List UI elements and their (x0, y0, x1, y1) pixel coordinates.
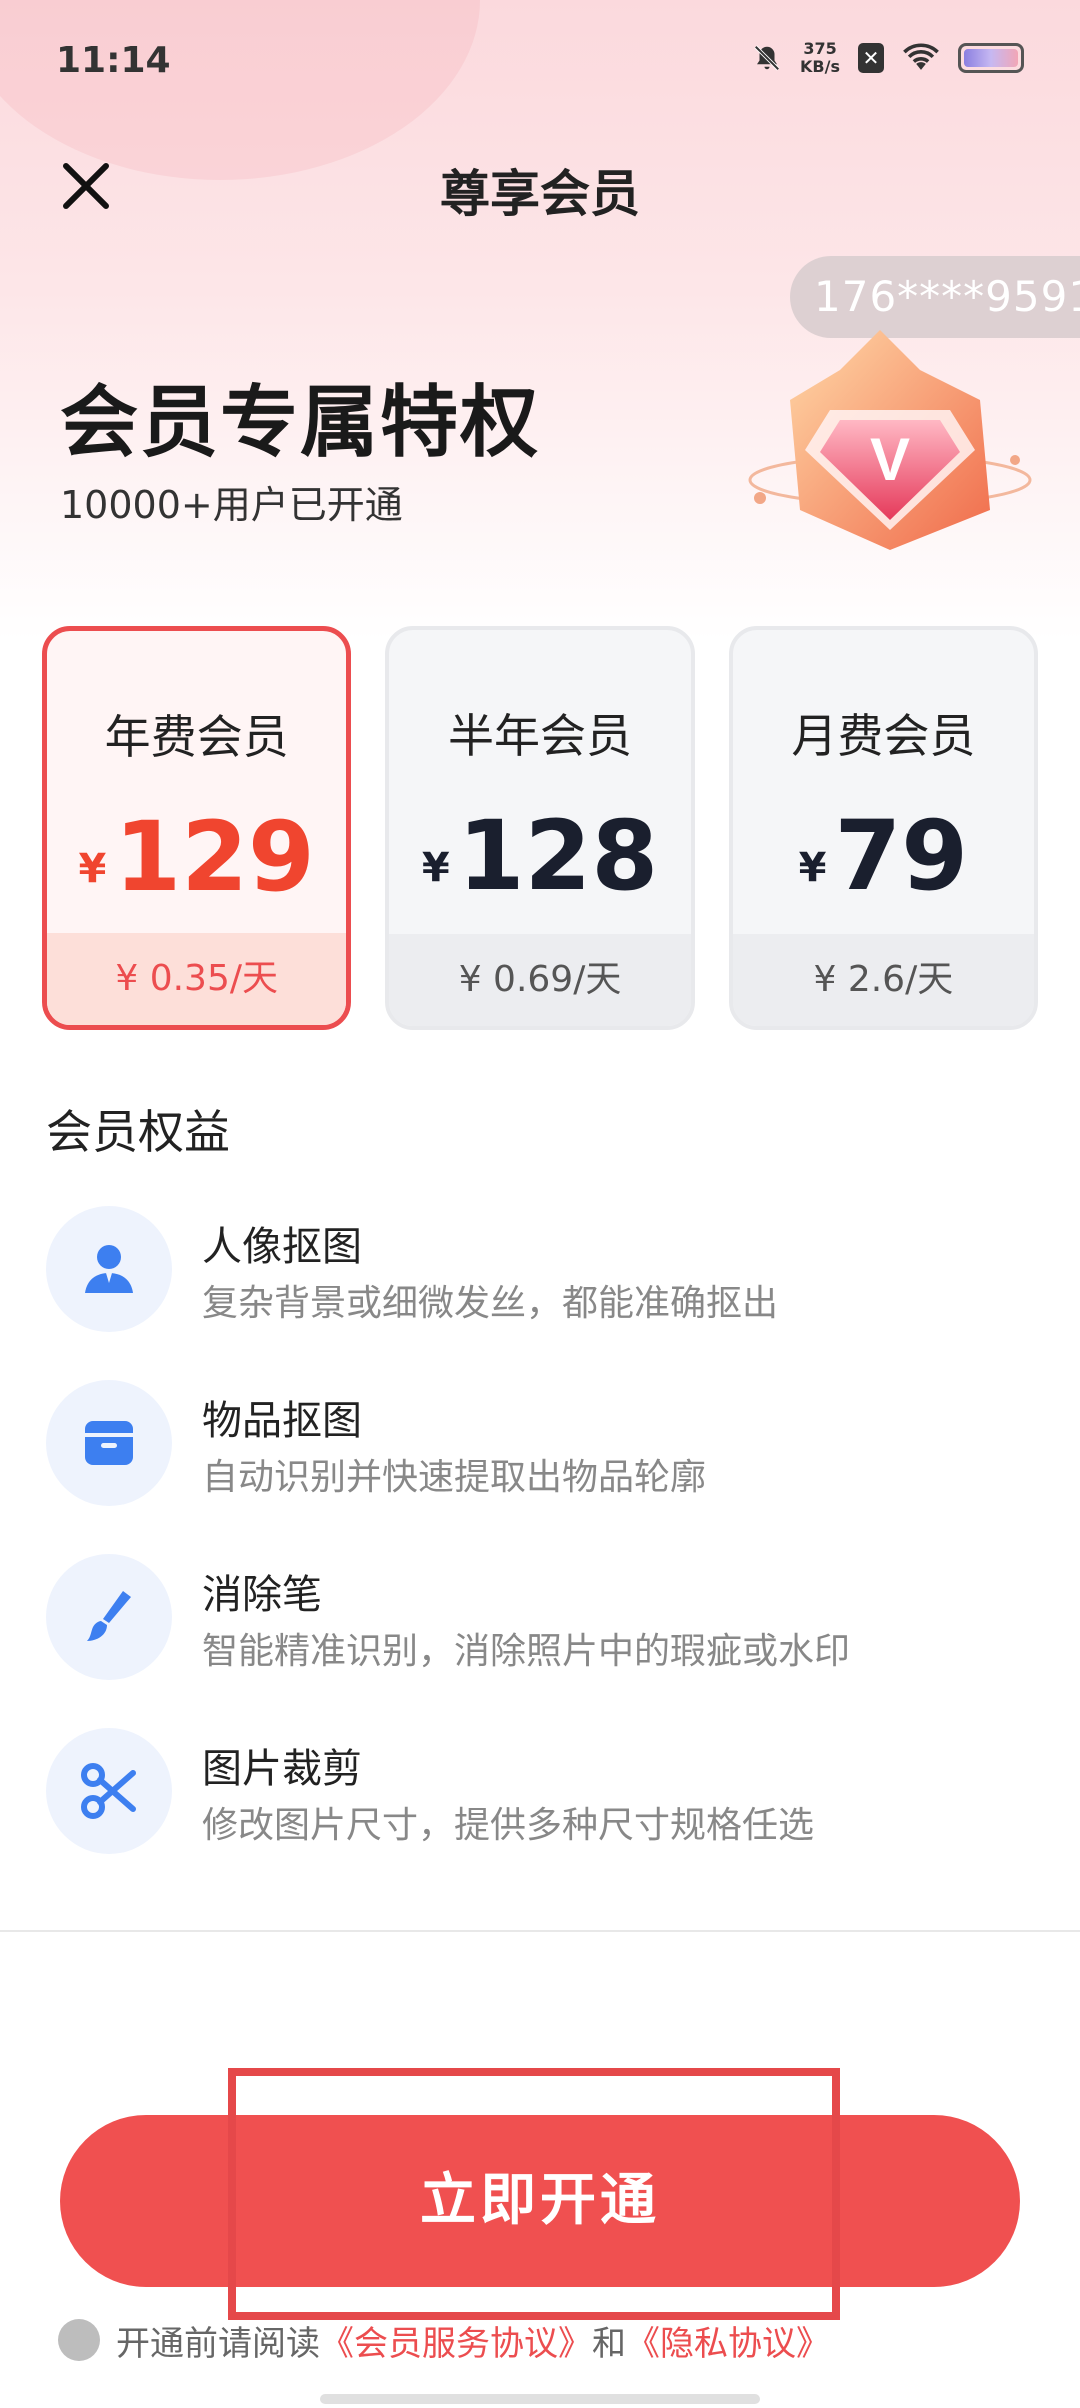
benefit-item-eraser: 消除笔 智能精准识别，消除照片中的瑕疵或水印 (46, 1554, 1046, 1684)
benefit-item-crop: 图片裁剪 修改图片尺寸，提供多种尺寸规格任选 (46, 1728, 1046, 1858)
mute-bell-icon (754, 45, 780, 71)
network-speed: 375 KB/s (800, 39, 840, 76)
benefit-desc: 自动识别并快速提取出物品轮廓 (202, 1457, 707, 1498)
home-indicator (320, 2394, 760, 2404)
benefit-desc: 智能精准识别，消除照片中的瑕疵或水印 (202, 1631, 851, 1672)
agreement-row: 开通前请阅读 《会员服务协议》 和 《隐私协议》 (58, 2316, 830, 2365)
benefit-name: 物品抠图 (202, 1398, 362, 1444)
hero-title: 会员专属特权 (60, 378, 541, 468)
agreement-and: 和 (592, 2323, 626, 2364)
close-icon (63, 163, 109, 209)
vip-crown-badge-icon: V (748, 330, 1032, 550)
badge-letter: V (870, 426, 910, 493)
battery-icon (958, 43, 1024, 73)
benefit-name: 人像抠图 (202, 1224, 362, 1270)
plan-daily-price: ¥ 0.35/天 (47, 933, 347, 1025)
benefit-desc: 复杂背景或细微发丝，都能准确抠出 (202, 1283, 779, 1324)
plan-price: ¥129 (78, 801, 315, 913)
close-button[interactable] (56, 156, 116, 216)
privacy-agreement-link[interactable]: 《隐私协议》 (626, 2316, 830, 2365)
brush-icon (87, 1591, 131, 1641)
subscribe-button[interactable]: 立即开通 (60, 2115, 1020, 2287)
agreement-prefix: 开通前请阅读 (116, 2323, 320, 2364)
plan-card-half-year[interactable]: 半年会员 ¥128 ¥ 0.69/天 (385, 626, 695, 1030)
status-icons: 375 KB/s ✕ (752, 40, 1024, 76)
box-icon (85, 1421, 133, 1465)
plan-card-monthly[interactable]: 月费会员 ¥79 ¥ 2.6/天 (728, 626, 1038, 1030)
person-icon (85, 1245, 133, 1293)
benefit-name: 消除笔 (202, 1572, 322, 1618)
plan-price: ¥128 (421, 800, 659, 912)
plan-list: 年费会员 ¥129 ¥ 0.35/天 半年会员 ¥128 ¥ 0.69/天 月费… (42, 626, 1038, 1030)
status-time: 11:14 (56, 40, 171, 81)
plan-name: 年费会员 (104, 710, 289, 764)
benefits-title: 会员权益 (46, 1105, 230, 1159)
scissors-icon (81, 1763, 136, 1819)
agreement-radio[interactable] (58, 2319, 100, 2361)
status-bar: 11:14 375 KB/s ✕ (0, 0, 1080, 120)
plan-daily-price: ¥ 0.69/天 (389, 934, 691, 1026)
plan-price: ¥79 (798, 800, 969, 912)
account-phone: 176****9591 (790, 256, 1080, 338)
plan-card-annual[interactable]: 年费会员 ¥129 ¥ 0.35/天 (42, 626, 352, 1030)
benefit-name: 图片裁剪 (202, 1746, 362, 1792)
plan-daily-price: ¥ 2.6/天 (732, 934, 1034, 1026)
sim-off-icon: ✕ (858, 43, 884, 73)
service-agreement-link[interactable]: 《会员服务协议》 (320, 2316, 592, 2365)
benefit-item-portrait: 人像抠图 复杂背景或细微发丝，都能准确抠出 (46, 1206, 1046, 1336)
wifi-icon (903, 43, 939, 70)
benefit-desc: 修改图片尺寸，提供多种尺寸规格任选 (202, 1805, 815, 1846)
hero-subtitle: 10000+用户已开通 (60, 483, 403, 527)
plan-name: 月费会员 (791, 709, 976, 763)
benefit-item-object: 物品抠图 自动识别并快速提取出物品轮廓 (46, 1380, 1046, 1510)
plan-name: 半年会员 (448, 709, 632, 763)
